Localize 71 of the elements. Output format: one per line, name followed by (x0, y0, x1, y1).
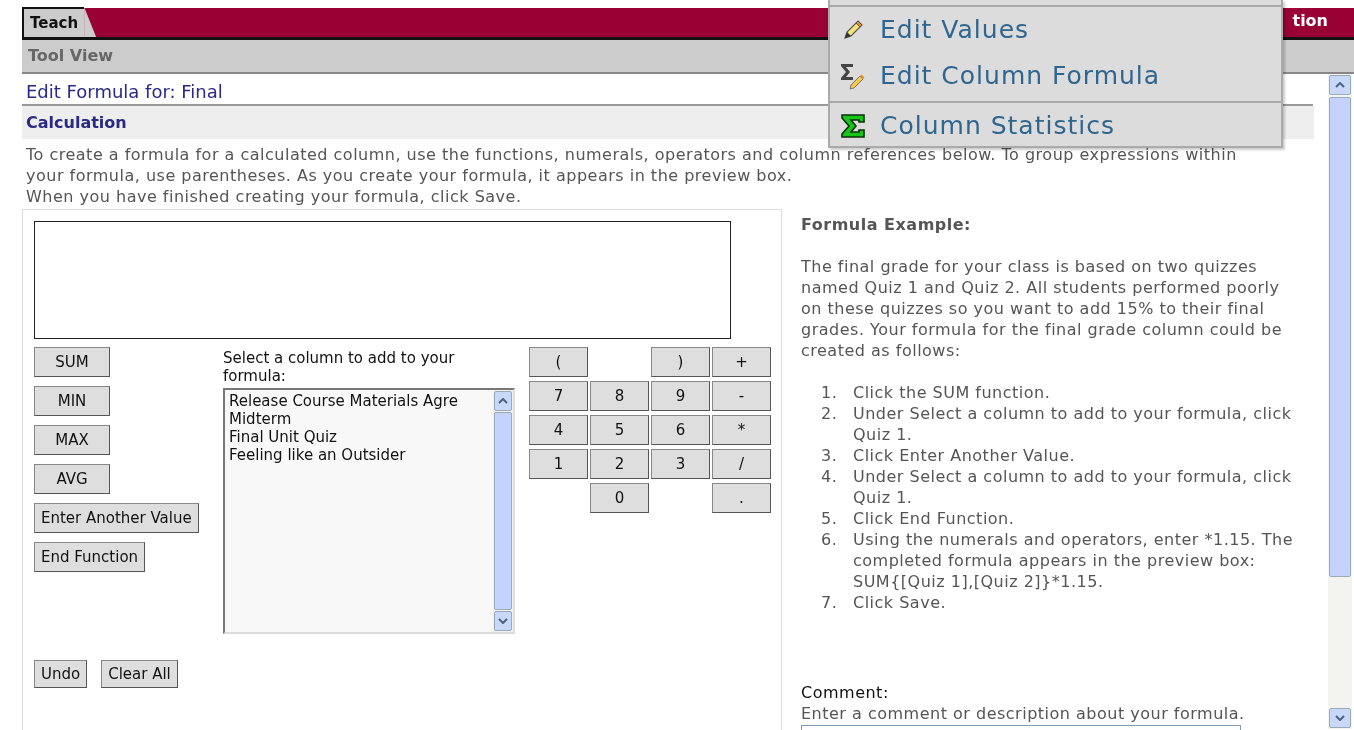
keypad-button[interactable]: 5 (590, 415, 649, 445)
keypad-button[interactable]: / (712, 449, 771, 479)
step-text: Using the numerals and operators, enter *1.15. The completed formula appears in the preview box: SUM{[Quiz 1],[Quiz 2]}*1.15. (853, 529, 1294, 592)
function-button[interactable]: End Function (34, 542, 146, 572)
tool-view-title: Tool View (28, 45, 114, 67)
chevron-up-icon (1335, 82, 1345, 88)
tab[interactable]: Teach (22, 7, 85, 37)
instruction-text: When you have finished creating your formula, click Save. (26, 186, 523, 207)
scrollbar[interactable] (1328, 74, 1352, 729)
scroll-thumb[interactable] (494, 412, 512, 610)
step-text: Under Select a column to add to your formula, click Quiz 1. (853, 403, 1293, 445)
column-picker-label: Select a column to add to your formula: (223, 348, 456, 385)
menu-item[interactable]: Edit Values (830, 7, 1281, 53)
scroll-down-button[interactable] (494, 611, 512, 631)
action-button[interactable]: Clear All (101, 660, 178, 688)
scroll-thumb[interactable] (1329, 97, 1351, 577)
section-title: Calculation (26, 111, 127, 134)
comment-label: Comment: (801, 682, 890, 703)
keypad-button[interactable]: 6 (651, 415, 710, 445)
tab-label[interactable]: tion (1292, 9, 1354, 37)
pencil-icon (841, 18, 865, 42)
scroll-up-button[interactable] (1329, 75, 1351, 95)
step-text: Click the SUM function. (853, 382, 1052, 403)
keypad-button[interactable]: 7 (529, 381, 588, 411)
scroll-up-button[interactable] (494, 391, 512, 411)
function-button[interactable]: Enter Another Value (34, 503, 199, 533)
sigma-icon (840, 113, 866, 139)
keypad-button[interactable]: ( (529, 347, 588, 377)
keypad-button[interactable]: - (712, 381, 771, 411)
comment-hint: Enter a comment or description about your formula. (801, 703, 1246, 724)
sigma-pencil-icon (838, 61, 868, 91)
function-button[interactable]: AVG (34, 464, 110, 494)
function-button[interactable]: SUM (34, 347, 110, 377)
keypad-button[interactable]: 8 (590, 381, 649, 411)
keypad-button[interactable]: 1 (529, 449, 588, 479)
step-number: 5. (821, 508, 839, 529)
step-number: 4. (821, 466, 839, 488)
step-number: 7. (821, 592, 839, 613)
step-text: Click End Function. (853, 508, 1016, 529)
step-number: 2. (821, 403, 839, 425)
keypad-button[interactable]: 9 (651, 381, 710, 411)
column-option[interactable]: Feeling like an Outsider (229, 446, 493, 464)
keypad-button[interactable]: 2 (590, 449, 649, 479)
step-number: 6. (821, 529, 839, 551)
step-text: Under Select a column to add to your formula, click Quiz 1. (853, 466, 1293, 508)
step-number: 1. (821, 382, 839, 403)
chevron-down-icon (498, 618, 508, 624)
step-number: 3. (821, 445, 839, 466)
example-title: Formula Example: (801, 214, 972, 235)
keypad-button[interactable]: 0 (590, 483, 649, 513)
step-text: Click Save. (853, 592, 948, 613)
page-heading: Edit Formula for: Final (26, 81, 223, 102)
keypad-button[interactable]: . (712, 483, 771, 513)
column-option[interactable]: Final Unit Quiz (229, 428, 493, 446)
action-button[interactable]: Undo (34, 660, 88, 688)
chevron-down-icon (1335, 715, 1345, 721)
menu-item[interactable]: Edit Column Formula (830, 53, 1281, 99)
keypad-button[interactable]: + (712, 347, 771, 377)
column-list[interactable]: Release Course Materials Agre Midterm Final Unit Quiz Feeling like an Outsider (223, 388, 515, 634)
keypad-button[interactable]: 3 (651, 449, 710, 479)
scroll-down-button[interactable] (1329, 708, 1351, 728)
chevron-up-icon (498, 398, 508, 404)
keypad-button[interactable]: 4 (529, 415, 588, 445)
example-text: The final grade for your class is based on two quizzes named Quiz 1 and Quiz 2. All students performed poorly on these quizzes so you want to add 15% to their final grades. Your formula for the final grade column could be created as follows: (801, 256, 1284, 361)
keypad-button[interactable]: * (712, 415, 771, 445)
step-text: Click Enter Another Value. (853, 445, 1077, 466)
column-option[interactable]: Midterm (229, 410, 493, 428)
function-button[interactable]: MAX (34, 425, 110, 455)
function-button[interactable]: MIN (34, 386, 110, 416)
column-option[interactable]: Release Course Materials Agre (229, 392, 493, 410)
keypad-button[interactable]: ) (651, 347, 710, 377)
